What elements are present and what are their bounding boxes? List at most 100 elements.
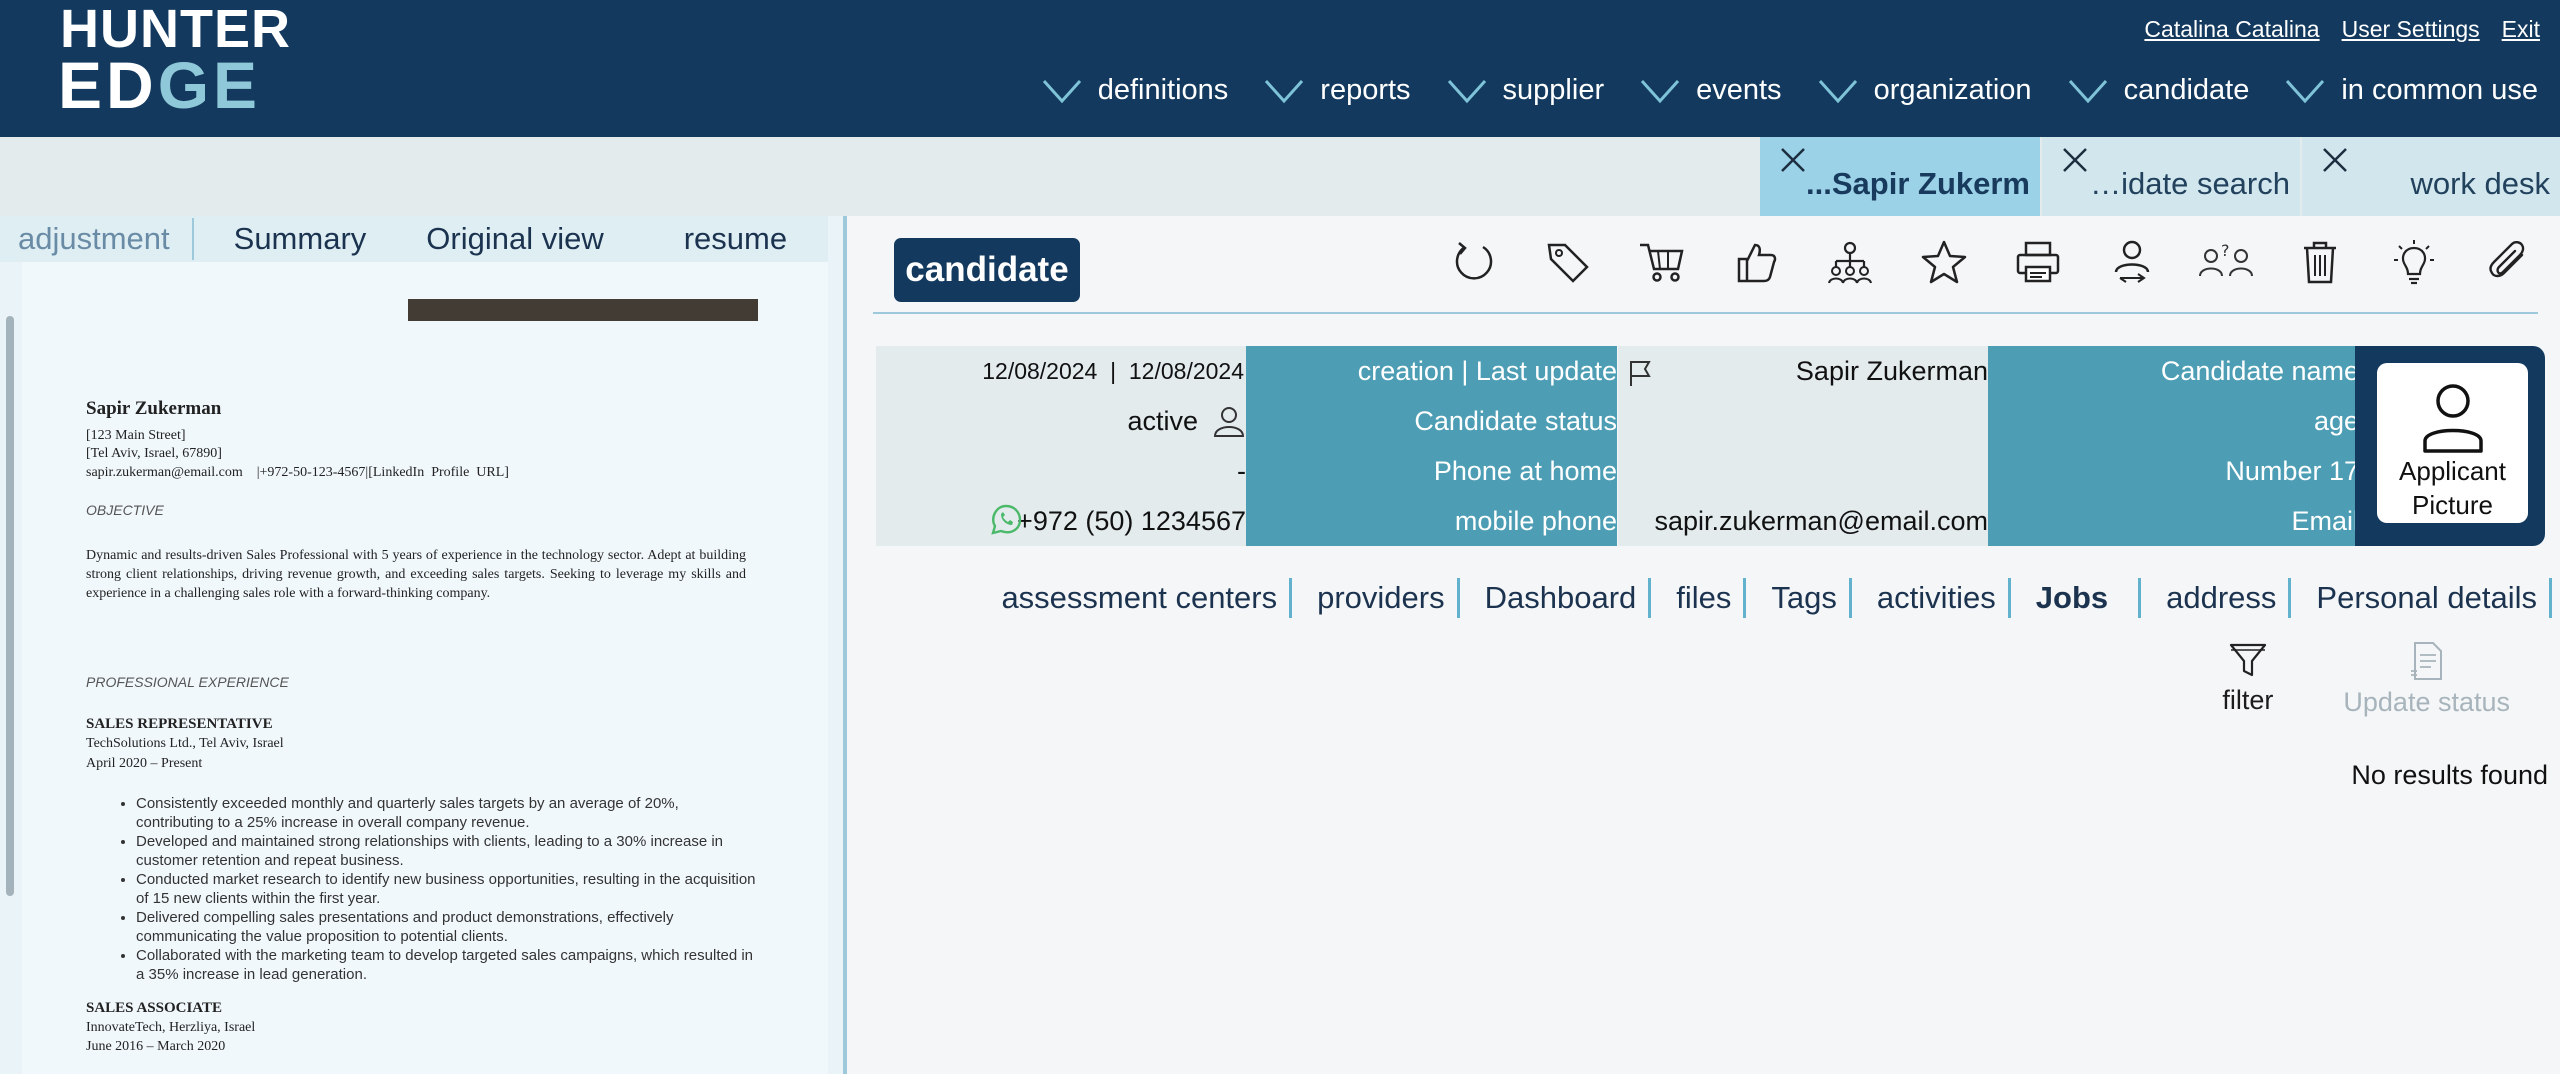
match-candidate-button[interactable]: ? bbox=[2198, 234, 2254, 290]
ideas-button[interactable] bbox=[2386, 234, 2442, 290]
attach-button[interactable] bbox=[2480, 234, 2536, 290]
user-icon bbox=[1213, 407, 1245, 437]
close-icon[interactable] bbox=[2320, 145, 2350, 175]
tab-tags[interactable]: Tags bbox=[1746, 578, 1852, 618]
filter-button[interactable]: filter bbox=[2222, 641, 2273, 718]
paperclip-icon bbox=[2489, 241, 2525, 278]
email-value[interactable]: sapir.zukerman@email.com bbox=[1618, 496, 1988, 546]
svg-text:?: ? bbox=[2221, 241, 2230, 260]
chevron-down-icon bbox=[2286, 79, 2325, 103]
applicant-picture[interactable]: Applicant Picture bbox=[2377, 363, 2528, 523]
cart-button[interactable] bbox=[1634, 234, 1690, 290]
main-nav: definitions reports supplier events orga… bbox=[1042, 74, 2538, 107]
resume-job1-dates: April 2020 – Present bbox=[86, 756, 203, 771]
tab-personal-details[interactable]: Personal details bbox=[2291, 578, 2552, 618]
resume-pane: adjustment Summary Original view resume … bbox=[0, 216, 843, 1074]
open-tab-work-desk[interactable]: work desk bbox=[2302, 137, 2560, 216]
nav-label: in common use bbox=[2341, 74, 2538, 106]
chevron-down-icon bbox=[1640, 79, 1680, 103]
jobs-actions: filter Update status bbox=[2222, 641, 2510, 718]
picture-caption-1: Applicant bbox=[2399, 456, 2506, 486]
tab-dashboard[interactable]: Dashboard bbox=[1460, 578, 1652, 618]
like-button[interactable] bbox=[1728, 234, 1784, 290]
tab-providers[interactable]: providers bbox=[1292, 578, 1460, 618]
resume-address: [123 Main Street] bbox=[86, 428, 186, 443]
nav-organization[interactable]: organization bbox=[1818, 74, 2032, 107]
user-settings-link[interactable]: User Settings bbox=[2342, 16, 2480, 43]
exit-link[interactable]: Exit bbox=[2502, 16, 2540, 43]
open-tab-candidate[interactable]: ...Sapir Zukerm bbox=[1760, 137, 2040, 216]
nav-label: definitions bbox=[1097, 74, 1229, 106]
tab-assessment-centers[interactable]: assessment centers bbox=[976, 578, 1293, 618]
home-phone-value: - bbox=[876, 446, 1246, 496]
home-phone-label: Phone at home bbox=[1246, 446, 1617, 496]
resume-job2-company: InnovateTech, Herzliya, Israel bbox=[86, 1020, 256, 1035]
creation-date-value: 12/08/2024 | 12/08/2024 bbox=[876, 346, 1246, 396]
chevron-down-icon bbox=[1447, 79, 1486, 103]
tab-activities[interactable]: activities bbox=[1852, 578, 2011, 618]
hierarchy-button[interactable] bbox=[1822, 234, 1878, 290]
update-status-button[interactable]: Update status bbox=[2343, 641, 2510, 718]
flag-icon[interactable] bbox=[1628, 359, 1652, 387]
open-tab-label: ...Sapir Zukerm bbox=[1806, 166, 2030, 201]
picture-caption-2: Picture bbox=[2412, 490, 2493, 520]
mobile-phone-label: mobile phone bbox=[1246, 496, 1617, 546]
resume-scrollbar[interactable] bbox=[6, 316, 14, 896]
no-results-text: No results found bbox=[2351, 760, 2548, 790]
transfer-candidate-button[interactable] bbox=[2104, 234, 2160, 290]
resume-document: Sapir Zukerman [123 Main Street] [Tel Av… bbox=[22, 262, 828, 1074]
list-item: Conducted market research to identify ne… bbox=[136, 870, 756, 908]
open-tab-candidate-search[interactable]: …idate search bbox=[2042, 137, 2300, 216]
candidate-status-value[interactable]: active bbox=[876, 396, 1246, 446]
nav-reports[interactable]: reports bbox=[1264, 74, 1411, 107]
refresh-button[interactable] bbox=[1446, 234, 1502, 290]
candidate-name-text: Sapir Zukerman bbox=[1795, 355, 1988, 386]
tab-adjustment[interactable]: adjustment bbox=[0, 221, 170, 257]
cart-icon bbox=[1640, 243, 1684, 282]
whatsapp-icon[interactable] bbox=[988, 502, 1024, 538]
mobile-phone-value[interactable]: +972 (50) 1234567 bbox=[876, 496, 1246, 546]
resume-name: Sapir Zukerman bbox=[86, 398, 222, 419]
logo-line2b: GE bbox=[157, 48, 262, 122]
top-header: HUNTER EDGE Catalina Catalina User Setti… bbox=[0, 0, 2560, 137]
resume-experience-title: PROFESSIONAL EXPERIENCE bbox=[86, 674, 289, 690]
tab-resume[interactable]: resume bbox=[604, 221, 787, 257]
chevron-down-icon bbox=[1265, 79, 1304, 103]
close-icon[interactable] bbox=[1778, 145, 1808, 175]
age-label: age bbox=[1988, 396, 2359, 446]
nav-supplier[interactable]: supplier bbox=[1447, 74, 1605, 107]
delete-button[interactable] bbox=[2292, 234, 2348, 290]
chevron-down-icon bbox=[1042, 79, 1081, 103]
refresh-icon bbox=[1455, 242, 1493, 280]
trash-icon bbox=[2304, 241, 2336, 284]
user-name[interactable]: Catalina Catalina bbox=[2144, 16, 2319, 43]
resume-objective-title: OBJECTIVE bbox=[86, 502, 164, 518]
nav-definitions[interactable]: definitions bbox=[1042, 74, 1229, 107]
close-icon[interactable] bbox=[2060, 145, 2090, 175]
tab-files[interactable]: files bbox=[1651, 578, 1747, 618]
users-question-icon: ? bbox=[2199, 241, 2253, 277]
nav-events[interactable]: events bbox=[1640, 74, 1782, 107]
resume-job2-title: SALES ASSOCIATE bbox=[86, 1000, 223, 1016]
nav-in-common-use[interactable]: in common use bbox=[2285, 74, 2538, 107]
tag-button[interactable] bbox=[1540, 234, 1596, 290]
list-item: Developed and maintained strong relation… bbox=[136, 832, 756, 870]
nav-candidate[interactable]: candidate bbox=[2068, 74, 2249, 107]
tab-original-view[interactable]: Original view bbox=[366, 221, 603, 257]
hunter-edge-logo[interactable]: HUNTER EDGE bbox=[58, 2, 290, 118]
nav-label: organization bbox=[1873, 74, 2032, 106]
favorite-button[interactable] bbox=[1916, 234, 1972, 290]
star-icon bbox=[1921, 240, 1967, 284]
tab-summary[interactable]: Summary bbox=[194, 221, 367, 257]
candidate-name-value[interactable]: Sapir Zukerman bbox=[1618, 346, 1988, 396]
nav-label: supplier bbox=[1502, 74, 1605, 106]
tag-icon bbox=[1547, 243, 1589, 283]
tab-address[interactable]: address bbox=[2141, 578, 2292, 618]
list-item: Consistently exceeded monthly and quarte… bbox=[136, 794, 756, 832]
print-button[interactable] bbox=[2010, 234, 2066, 290]
user-bar: Catalina Catalina User Settings Exit bbox=[2144, 16, 2540, 43]
tab-jobs[interactable]: Jobs bbox=[2011, 578, 2142, 618]
open-tab-label: work desk bbox=[2410, 166, 2550, 201]
resume-contact: sapir.zukerman@email.com |+972-50-123-45… bbox=[86, 465, 509, 480]
list-item: Delivered compelling sales presentations… bbox=[136, 908, 756, 946]
